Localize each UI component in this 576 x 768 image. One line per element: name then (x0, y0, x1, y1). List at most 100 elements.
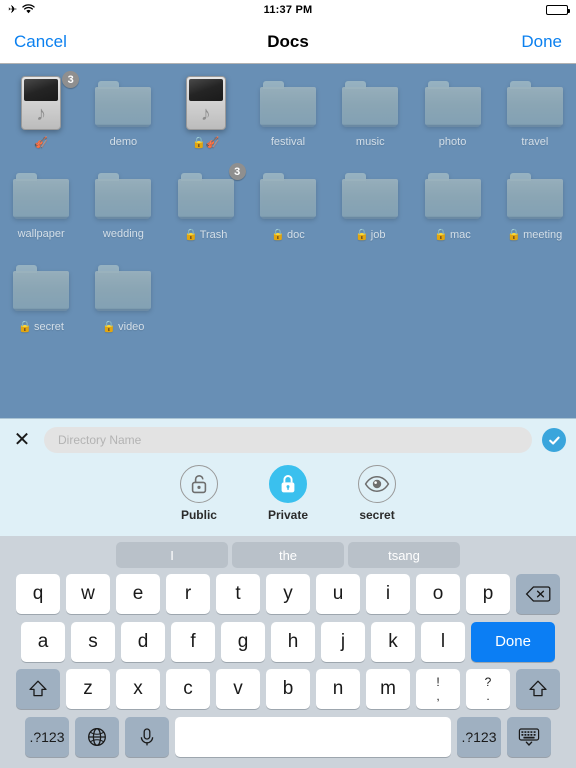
key-w[interactable]: w (66, 574, 110, 614)
done-button[interactable]: Done (521, 32, 562, 52)
punct-top: ? (484, 675, 492, 689)
file-item-label: 🔒 doc (271, 228, 304, 242)
key-c[interactable]: c (166, 669, 210, 709)
music-player-icon: ♪ (185, 76, 226, 130)
key-l[interactable]: l (421, 621, 465, 662)
on-screen-keyboard: Ithe tsang qwertyuiop a s d f g h j k l Done zxcvb… (0, 536, 576, 768)
dismiss-keyboard-icon[interactable] (507, 716, 551, 757)
space-key[interactable] (175, 716, 451, 757)
file-item[interactable]: ♪ 🔒🎻 (165, 74, 247, 156)
file-item[interactable]: music (329, 74, 411, 156)
file-item-icon: ♪ (185, 74, 226, 132)
key-d[interactable]: d (121, 621, 165, 662)
backspace-icon[interactable] (516, 574, 560, 614)
microphone-icon[interactable] (125, 716, 169, 757)
file-item[interactable]: 🔒 mac (411, 166, 493, 248)
file-item[interactable]: 3 🔒 Trash (165, 163, 247, 248)
key-v[interactable]: v (216, 669, 260, 709)
file-item[interactable]: 🔒 doc (247, 166, 329, 248)
key-u[interactable]: u (316, 574, 360, 614)
file-item[interactable]: 🔒 meeting (494, 166, 576, 248)
folder-icon (424, 173, 481, 219)
file-item-icon (95, 166, 152, 224)
shift-arrow-icon-right[interactable] (516, 669, 560, 709)
numeric-key-right[interactable]: .?123 (457, 716, 501, 757)
file-item-icon (424, 166, 481, 224)
file-item[interactable]: wedding (82, 166, 164, 248)
privacy-option-row: Public Private secret (0, 461, 576, 522)
key-x[interactable]: x (116, 669, 160, 709)
file-item-name: photo (438, 136, 467, 148)
file-item-icon (259, 74, 316, 132)
key-n[interactable]: n (316, 669, 360, 709)
battery-icon (546, 5, 570, 15)
close-x-icon[interactable]: ✕ (10, 428, 34, 452)
navigation-bar: Cancel Docs Done (0, 20, 576, 64)
file-item-icon (506, 166, 563, 224)
file-item-label: travel (521, 136, 548, 148)
key-p[interactable]: p (466, 574, 510, 614)
key-question-period[interactable]: ?. (466, 669, 510, 709)
lock-status-icon: 🔒 (271, 229, 285, 241)
key-z[interactable]: z (66, 669, 110, 709)
folder-icon (177, 173, 234, 219)
key-y[interactable]: y (266, 574, 310, 614)
key-j[interactable]: j (321, 621, 365, 662)
key-q[interactable]: q (16, 574, 60, 614)
file-item[interactable]: 🔒 video (82, 258, 164, 340)
lock-status-icon: 🔒 (434, 229, 449, 241)
file-item-name: meeting (523, 228, 563, 241)
key-i[interactable]: i (366, 574, 410, 614)
locked-padlock-icon (269, 465, 307, 503)
file-item-label: 🎻 (34, 136, 48, 149)
file-item[interactable]: travel (494, 74, 576, 156)
privacy-option-label: Public (180, 508, 217, 522)
key-o[interactable]: o (416, 574, 460, 614)
file-item-label: 🔒 job (355, 228, 386, 242)
return-key[interactable]: Done (471, 621, 555, 662)
globe-icon[interactable] (75, 716, 119, 757)
key-k[interactable]: k (371, 621, 415, 662)
key-a[interactable]: a (21, 621, 65, 662)
file-item[interactable]: photo (411, 74, 493, 156)
key-h[interactable]: h (271, 621, 315, 662)
key-e[interactable]: e (116, 574, 160, 614)
folder-icon (424, 81, 481, 127)
folder-icon (342, 173, 399, 219)
file-item[interactable]: wallpaper (0, 166, 82, 248)
file-item[interactable]: festival (247, 74, 329, 156)
key-t[interactable]: t (216, 574, 260, 614)
directory-name-input[interactable] (44, 427, 532, 453)
keyboard-row-4: .?123 .?123 (3, 716, 573, 759)
file-item[interactable]: 🔒 secret (0, 258, 82, 340)
confirm-button[interactable] (542, 428, 566, 452)
privacy-option-secret[interactable]: secret (358, 465, 397, 522)
file-item-icon (95, 74, 152, 132)
key-s[interactable]: s (71, 621, 115, 662)
file-item-name: music (355, 136, 385, 148)
file-item-label: 🔒🎻 (192, 136, 219, 149)
lock-status-icon: 🔒 (507, 229, 522, 241)
file-item-name: Trash (199, 228, 228, 241)
keyboard-row-1: qwertyuiop (3, 574, 573, 616)
file-item[interactable]: ♪ 3 🎻 (0, 71, 82, 156)
file-item-icon (13, 258, 70, 316)
file-item[interactable]: 🔒 job (329, 166, 411, 248)
key-r[interactable]: r (166, 574, 210, 614)
privacy-option-public[interactable]: Public (179, 465, 218, 522)
privacy-option-private[interactable]: Private (268, 465, 308, 522)
lock-status-icon: 🎻 (34, 137, 48, 149)
key-b[interactable]: b (266, 669, 310, 709)
suggestion-item[interactable]: tsang (348, 542, 460, 568)
key-g[interactable]: g (221, 621, 265, 662)
shift-arrow-icon-left[interactable] (16, 669, 60, 709)
suggestion-item[interactable]: I (116, 542, 228, 568)
suggestion-item[interactable]: the (232, 542, 344, 568)
file-item-name: job (370, 228, 386, 241)
file-item[interactable]: demo (82, 74, 164, 156)
file-item-icon (506, 74, 563, 132)
key-exclamation-comma[interactable]: !, (416, 669, 460, 709)
key-m[interactable]: m (366, 669, 410, 709)
numeric-key-left[interactable]: .?123 (25, 716, 69, 757)
key-f[interactable]: f (171, 621, 215, 662)
